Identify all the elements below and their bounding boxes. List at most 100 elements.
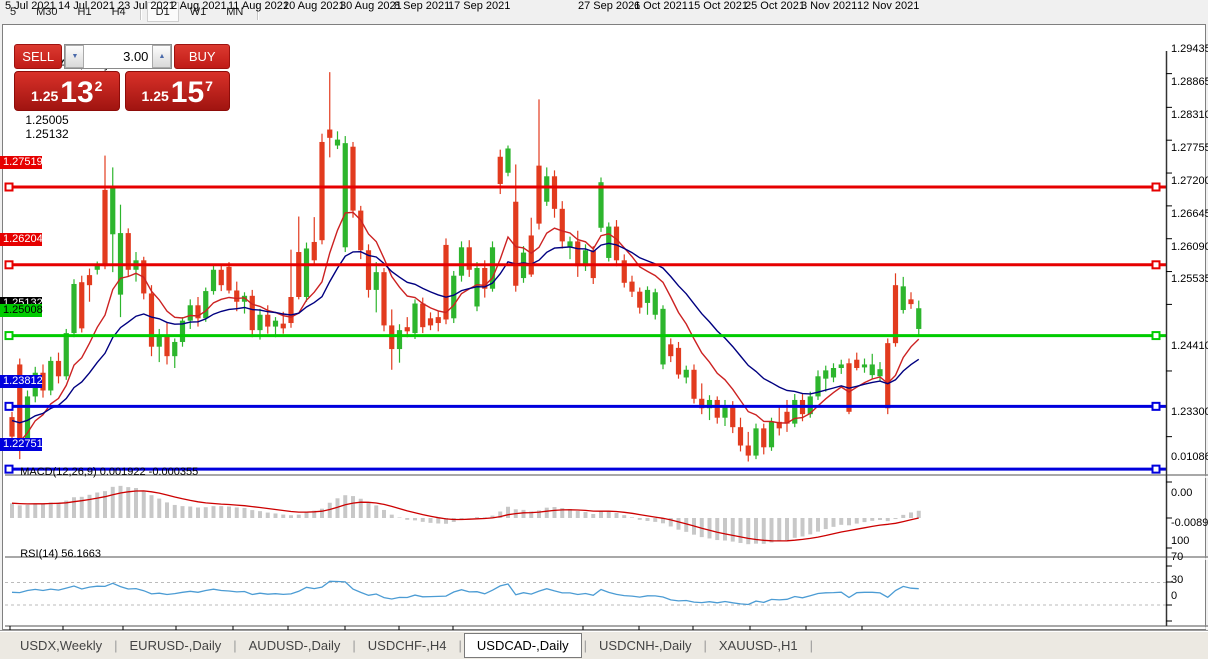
candle-bear [319, 142, 324, 240]
candle-bull [273, 321, 278, 327]
candle-bull [823, 370, 828, 378]
hline-handle[interactable] [6, 184, 13, 191]
candle-bear [498, 157, 503, 184]
buy-price-prefix: 1.25 [142, 88, 169, 104]
hline-handle[interactable] [6, 261, 13, 268]
hline-handle[interactable] [1153, 332, 1160, 339]
trading-terminal: 5M30H1H4D1W1MN ▲ USDCAD-,Daily 1.25453 1… [0, 0, 1208, 659]
candle-bull [335, 140, 340, 146]
candle-bull [544, 176, 549, 201]
hline-handle[interactable] [1153, 403, 1160, 410]
date-label: 2 Aug 2021 [171, 0, 227, 12]
buy-price-big: 15 [171, 78, 204, 108]
sell-button[interactable]: SELL [14, 44, 62, 69]
candle-bull [606, 227, 611, 258]
candle-bull [684, 370, 689, 378]
tab-separator: | [233, 638, 236, 653]
hline-handle[interactable] [1153, 466, 1160, 473]
macd-axis-label: -0.008974 [1171, 517, 1208, 529]
candle-bull [211, 270, 216, 291]
price-badge-1.22751: 1.22751 [0, 438, 42, 451]
candle-bull [451, 276, 456, 319]
chart-tab-eurusd-daily[interactable]: EURUSD-,Daily [120, 634, 232, 657]
chart-tab-usdchf-h4[interactable]: USDCHF-,H4 [358, 634, 457, 657]
volume-increase-button[interactable]: ▲ [152, 45, 171, 68]
candle-bear [637, 292, 642, 308]
candle-bear [560, 209, 565, 242]
sell-price-pip: 2 [95, 78, 103, 94]
buy-price-box[interactable]: 1.25 15 7 [125, 71, 231, 111]
candle-bear [467, 247, 472, 269]
candle-bull [831, 368, 836, 377]
candle-bear [389, 325, 394, 349]
candle-bear [312, 242, 317, 260]
price-badge-1.23812: 1.23812 [0, 375, 42, 388]
candle-bear [614, 227, 619, 261]
candle-bear [358, 211, 363, 251]
price-axis-label: 1.27200 [1171, 175, 1208, 187]
candle-bull [870, 364, 875, 375]
date-label: 6 Oct 2021 [634, 0, 688, 12]
tab-separator: | [584, 638, 587, 653]
candle-bear [885, 343, 890, 408]
candle-bear [350, 147, 355, 211]
hline-handle[interactable] [6, 403, 13, 410]
candle-bear [738, 427, 743, 445]
candle-bull [374, 272, 379, 290]
candle-bull [412, 304, 417, 334]
hline-handle[interactable] [1153, 184, 1160, 191]
candle-bear [281, 324, 286, 329]
ma-slow-line [12, 243, 919, 422]
date-label: 14 Jul 2021 [58, 0, 115, 12]
candle-bull [862, 364, 867, 367]
candle-bear [715, 400, 720, 418]
chart-tab-usdcnh-daily[interactable]: USDCNH-,Daily [589, 634, 701, 657]
quote-low: 1.25005 [25, 113, 68, 127]
macd-signal-line [12, 491, 919, 541]
price-axis-label: 1.24410 [1171, 340, 1208, 352]
candle-bull [753, 428, 758, 455]
sell-price-box[interactable]: 1.25 13 2 [14, 71, 120, 111]
candle-bear [405, 327, 410, 331]
candle-bear [219, 270, 224, 285]
price-chart-canvas[interactable] [3, 25, 1208, 659]
price-axis-label: 1.27755 [1171, 142, 1208, 154]
macd-axis-label: 0.010869 [1171, 451, 1208, 463]
candle-bull [901, 286, 906, 310]
candle-bear [668, 344, 673, 356]
candle-bull [839, 364, 844, 368]
date-label: 23 Jul 2021 [118, 0, 175, 12]
candle-bull [459, 247, 464, 275]
candle-bear [102, 190, 107, 266]
candle-bear [149, 293, 154, 346]
price-axis-label: 1.29435 [1171, 43, 1208, 55]
candle-bull [257, 315, 262, 330]
volume-input[interactable] [84, 45, 152, 68]
date-label: 8 Sep 2021 [394, 0, 450, 12]
price-axis-label: 1.23300 [1171, 406, 1208, 418]
candle-bear [854, 360, 859, 368]
date-label: 3 Nov 2021 [801, 0, 857, 12]
price-axis-label: 1.28310 [1171, 109, 1208, 121]
candle-bear [288, 297, 293, 323]
sell-price-big: 13 [60, 78, 93, 108]
chart-tab-audusd-daily[interactable]: AUDUSD-,Daily [239, 634, 351, 657]
hline-handle[interactable] [6, 332, 13, 339]
candle-bull [172, 342, 177, 356]
chart-tab-xauusd-h1[interactable]: XAUUSD-,H1 [709, 634, 808, 657]
date-label: 27 Sep 2021 [578, 0, 640, 12]
chart-tab-usdx-weekly[interactable]: USDX,Weekly [10, 634, 112, 657]
buy-button[interactable]: BUY [174, 44, 230, 69]
tab-separator: | [459, 638, 462, 653]
rsi-indicator-label: RSI(14) 56.1663 [8, 536, 101, 572]
chart-tab-usdcad-daily[interactable]: USDCAD-,Daily [464, 633, 582, 658]
candle-bear [87, 275, 92, 285]
candle-bull [343, 143, 348, 247]
hline-handle[interactable] [1153, 261, 1160, 268]
candle-bear [428, 318, 433, 325]
candle-bear [381, 272, 386, 325]
volume-decrease-button[interactable]: ▼ [65, 45, 84, 68]
candle-bull [598, 182, 603, 228]
candle-bear [327, 130, 332, 138]
candle-bull [397, 330, 402, 349]
